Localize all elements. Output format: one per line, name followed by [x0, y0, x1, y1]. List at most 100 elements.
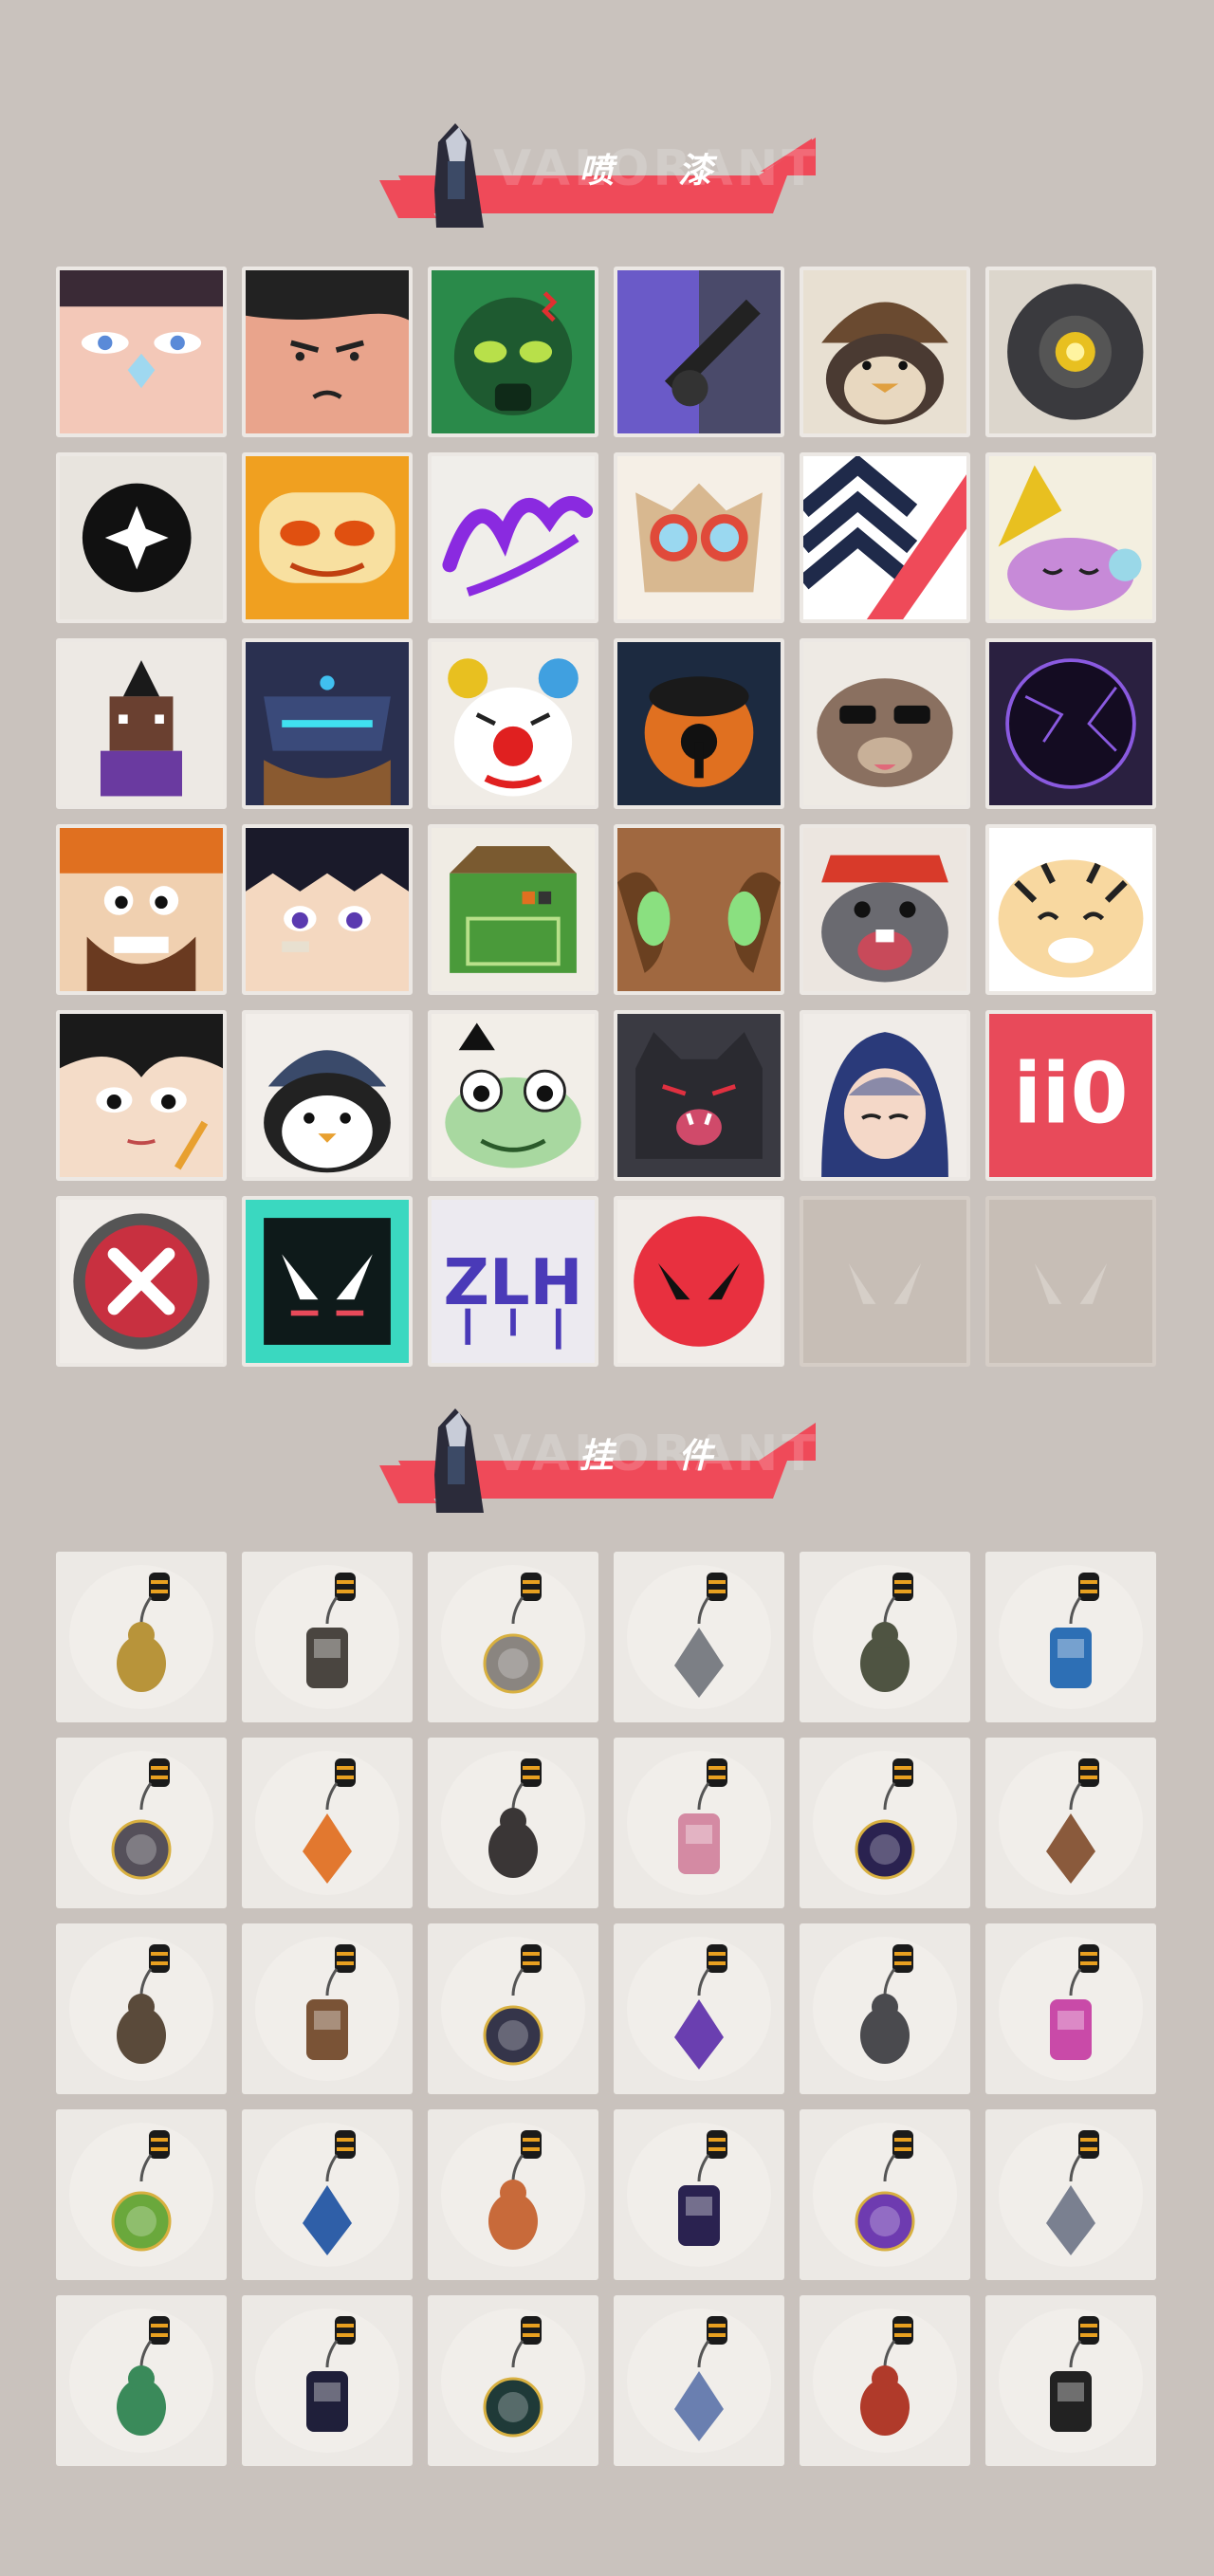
- charm-tile[interactable]: [56, 1552, 227, 1722]
- spray-tile[interactable]: [242, 452, 413, 623]
- charm-tile[interactable]: [800, 1552, 970, 1722]
- charm-purple-crystal-icon: [674, 1944, 727, 2070]
- spray-tile[interactable]: [428, 1010, 598, 1181]
- spray-armored-robot-icon: [246, 642, 409, 805]
- spray-dark-cat-icon: [617, 1014, 781, 1177]
- charm-tile[interactable]: [800, 2109, 970, 2280]
- spray-tile[interactable]: [56, 1196, 227, 1367]
- charm-tile[interactable]: [985, 2295, 1156, 2466]
- charm-tile[interactable]: [56, 2109, 227, 2280]
- spray-tile[interactable]: [800, 638, 970, 809]
- charm-tile[interactable]: [800, 2295, 970, 2466]
- charm-tile[interactable]: [56, 1923, 227, 2094]
- charm-tile[interactable]: [800, 1738, 970, 1908]
- spray-red-x-icon: [60, 1200, 223, 1363]
- spray-angry-boy-icon: [246, 270, 409, 433]
- charm-tile[interactable]: [614, 1552, 784, 1722]
- charm-red-guitar-icon: [860, 2316, 913, 2436]
- spray-tile[interactable]: [242, 824, 413, 995]
- spray-tile[interactable]: [614, 452, 784, 623]
- spray-pixel-agent-icon: [60, 642, 223, 805]
- spray-red-valorant-circle-icon: [617, 1200, 781, 1363]
- empty-spray-slot[interactable]: [800, 1196, 970, 1367]
- charm-tile[interactable]: [985, 1923, 1156, 2094]
- spray-tile[interactable]: [985, 638, 1156, 809]
- charm-lava-lamp-icon: [1050, 1944, 1099, 2060]
- spray-tile[interactable]: [800, 452, 970, 623]
- empty-spray-slot[interactable]: [985, 1196, 1156, 1367]
- spray-tile[interactable]: [242, 1010, 413, 1181]
- spray-tile[interactable]: [56, 824, 227, 995]
- spray-tile[interactable]: [614, 1196, 784, 1367]
- spray-green-crate-icon: [432, 828, 595, 991]
- spray-tile[interactable]: [242, 1196, 413, 1367]
- charm-dark-dragon-icon: [860, 1944, 913, 2064]
- spray-tile[interactable]: [428, 824, 598, 995]
- charm-tile[interactable]: [428, 1552, 598, 1722]
- spray-tile[interactable]: [56, 452, 227, 623]
- spray-tile[interactable]: ii0: [985, 1010, 1156, 1181]
- spray-clown-icon: [432, 642, 595, 805]
- charm-tile[interactable]: [614, 1923, 784, 2094]
- charm-tile[interactable]: [428, 1923, 598, 2094]
- spray-tile[interactable]: [56, 1010, 227, 1181]
- spray-camera-robot-icon: [989, 270, 1152, 433]
- charm-tile[interactable]: [985, 2109, 1156, 2280]
- charm-tile[interactable]: [242, 2295, 413, 2466]
- charm-tile[interactable]: [56, 2295, 227, 2466]
- charm-tile[interactable]: [428, 2109, 598, 2280]
- charm-tile[interactable]: [614, 2295, 784, 2466]
- spray-tile[interactable]: [985, 452, 1156, 623]
- spray-tile[interactable]: [242, 267, 413, 437]
- spray-tile[interactable]: [56, 267, 227, 437]
- charm-shopping-cart-icon: [483, 1573, 543, 1694]
- spray-tile[interactable]: [985, 824, 1156, 995]
- charm-tile[interactable]: [985, 1552, 1156, 1722]
- charm-ufo-icon: [674, 2316, 727, 2441]
- sprays-section-header: VALORANT 喷 漆: [0, 95, 1214, 228]
- charm-tile[interactable]: [242, 1738, 413, 1908]
- charm-tile[interactable]: [56, 1738, 227, 1908]
- charm-green-can-icon: [117, 2316, 170, 2436]
- spray-crying-mole-icon: [803, 828, 966, 991]
- spray-tile[interactable]: [428, 638, 598, 809]
- spray-tile[interactable]: [614, 1010, 784, 1181]
- charm-tile[interactable]: [800, 1923, 970, 2094]
- charm-ep9-gold-medal-icon: [306, 2316, 356, 2432]
- spray-girl-pencil-icon: [60, 1014, 223, 1177]
- spray-tile[interactable]: [614, 267, 784, 437]
- charm-tile[interactable]: [242, 2109, 413, 2280]
- charm-red-sword-icon: [111, 1758, 172, 1880]
- spray-tile[interactable]: [614, 824, 784, 995]
- charm-gold-frog-icon: [117, 1573, 170, 1692]
- charms-banner: VALORANT 挂 件: [379, 1408, 816, 1513]
- charms-title: 挂 件: [579, 1437, 740, 1476]
- spray-sleepy-creature-icon: [989, 456, 1152, 619]
- sprays-title: 喷 漆: [579, 152, 740, 191]
- charm-tile[interactable]: [242, 1552, 413, 1722]
- charm-tile[interactable]: [242, 1923, 413, 2094]
- charm-tile[interactable]: [985, 1738, 1156, 1908]
- charm-tile[interactable]: [614, 2109, 784, 2280]
- spray-face-butterfly-nose-icon: [60, 270, 223, 433]
- spray-tile[interactable]: [614, 638, 784, 809]
- spray-tile[interactable]: [800, 824, 970, 995]
- charm-tile[interactable]: [428, 2295, 598, 2466]
- spray-bearded-grin-icon: [60, 828, 223, 991]
- spray-dark-portal-icon: [989, 642, 1152, 805]
- spray-tile[interactable]: [800, 267, 970, 437]
- spray-tile[interactable]: [428, 452, 598, 623]
- spray-tile[interactable]: [985, 267, 1156, 437]
- charm-drone-icon: [306, 1573, 356, 1688]
- spray-penguin-beanie-icon: [803, 270, 966, 433]
- charm-tile[interactable]: [428, 1738, 598, 1908]
- charm-tile[interactable]: [614, 1738, 784, 1908]
- charm-green-pager-icon: [111, 2130, 172, 2252]
- spray-tile[interactable]: ZLH: [428, 1196, 598, 1367]
- spray-tile[interactable]: [800, 1010, 970, 1181]
- spray-tile[interactable]: [428, 267, 598, 437]
- spray-penguin-hat-icon: [246, 1014, 409, 1177]
- spray-tile[interactable]: [242, 638, 413, 809]
- spray-tile[interactable]: [56, 638, 227, 809]
- spray-anime-boy-icon: [246, 828, 409, 991]
